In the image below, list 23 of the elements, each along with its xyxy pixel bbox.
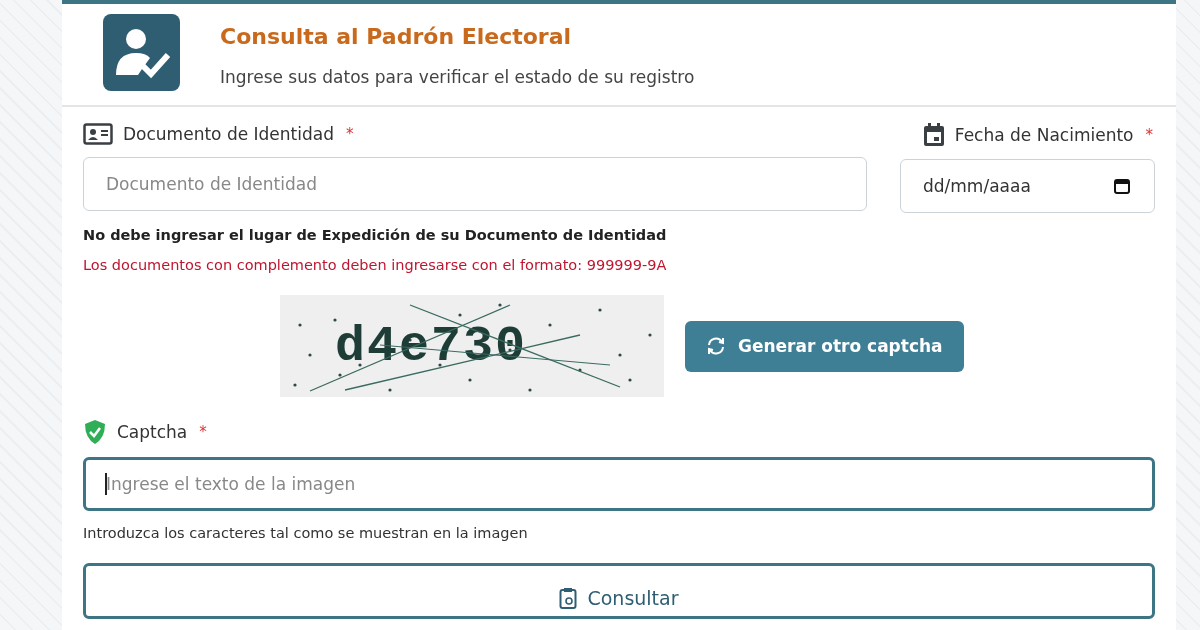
- info-note: No debe ingresar el lugar de Expedición de su Documento de Identidad: [83, 227, 668, 243]
- required-mark: *: [199, 423, 207, 441]
- calendar-icon: [1114, 178, 1130, 194]
- required-mark: *: [1145, 126, 1153, 144]
- refresh-captcha-button[interactable]: Generar otro captcha: [685, 320, 964, 372]
- clipboard-icon: [559, 586, 578, 609]
- required-mark: *: [345, 125, 354, 143]
- calendar-icon: [922, 123, 945, 147]
- field-label: Documento de Identidad: [123, 124, 334, 144]
- help-text: Introduzca los caracteres tal como se muestran en la imagen: [83, 525, 529, 541]
- id-card-icon: [83, 123, 113, 145]
- format-warning: Los documentos con complemento deben ingresarse con el formato: 999999-9A: [83, 257, 668, 273]
- submit-button[interactable]: Consultar: [83, 563, 1155, 619]
- field-label: Fecha de Nacimiento: [954, 125, 1134, 145]
- page-title: Consulta al Padrón Electoral: [220, 24, 573, 49]
- page-subtitle: Ingrese sus datos para verificar el estado de su registro: [220, 67, 695, 87]
- document-field[interactable]: Documento de Identidad: [83, 157, 867, 211]
- refresh-icon: [706, 336, 726, 356]
- user-check-icon: [103, 14, 180, 91]
- field-label: Captcha: [117, 422, 188, 442]
- date-field[interactable]: dd/mm/aaaa: [900, 159, 1155, 213]
- shield-check-icon: [83, 419, 107, 445]
- captcha-field[interactable]: Ingrese el texto de la imagen: [83, 457, 1155, 511]
